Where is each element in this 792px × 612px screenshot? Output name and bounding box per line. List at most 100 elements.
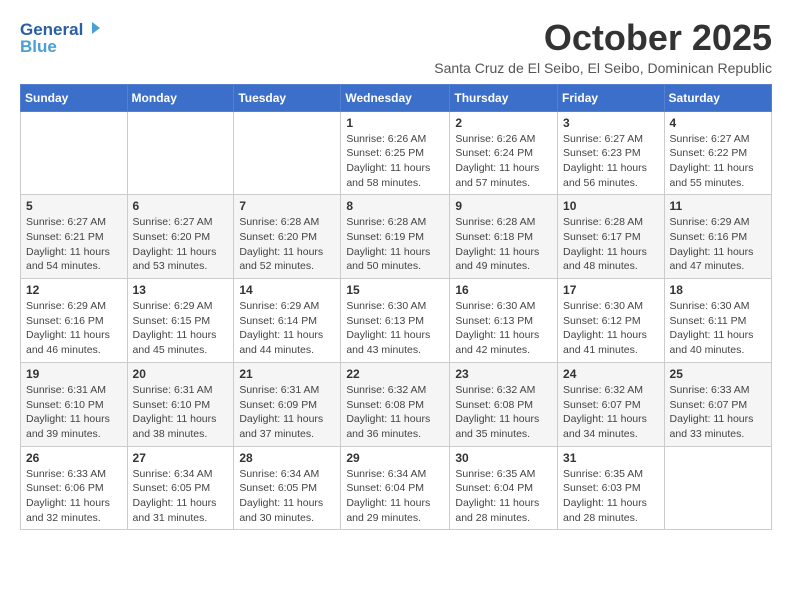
day-empty [234,111,341,195]
week-row-2: 5Sunrise: 6:27 AM Sunset: 6:21 PM Daylig… [21,195,772,279]
day-info-18: Sunrise: 6:30 AM Sunset: 6:11 PM Dayligh… [670,299,766,358]
day-number-16: 16 [455,283,552,297]
calendar-table: SundayMondayTuesdayWednesdayThursdayFrid… [20,84,772,531]
day-info-14: Sunrise: 6:29 AM Sunset: 6:14 PM Dayligh… [239,299,335,358]
day-empty [664,446,771,530]
day-number-17: 17 [563,283,659,297]
day-number-2: 2 [455,116,552,130]
day-info-1: Sunrise: 6:26 AM Sunset: 6:25 PM Dayligh… [346,132,444,191]
week-row-3: 12Sunrise: 6:29 AM Sunset: 6:16 PM Dayli… [21,279,772,363]
header-tuesday: Tuesday [234,84,341,111]
day-number-15: 15 [346,283,444,297]
header-friday: Friday [558,84,665,111]
title-block: October 2025 Santa Cruz de El Seibo, El … [434,18,772,76]
page: General Blue October 2025 Santa Cruz de … [0,0,792,548]
day-number-11: 11 [670,199,766,213]
day-info-23: Sunrise: 6:32 AM Sunset: 6:08 PM Dayligh… [455,383,552,442]
day-number-13: 13 [133,283,229,297]
header-thursday: Thursday [450,84,558,111]
day-31: 31 Sunrise: 6:35 AM Sunset: 6:03 PM Dayli… [558,446,665,530]
day-number-12: 12 [26,283,122,297]
day-25: 25 Sunrise: 6:33 AM Sunset: 6:07 PM Dayli… [664,362,771,446]
day-info-31: Sunrise: 6:35 AM Sunset: 6:03 PM Dayligh… [563,467,659,526]
day-info-5: Sunrise: 6:27 AM Sunset: 6:21 PM Dayligh… [26,215,122,274]
day-number-3: 3 [563,116,659,130]
day-11: 11Sunrise: 6:29 AM Sunset: 6:16 PM Dayli… [664,195,771,279]
day-number-14: 14 [239,283,335,297]
day-number-6: 6 [133,199,229,213]
day-9: 9 Sunrise: 6:28 AM Sunset: 6:18 PM Daylig… [450,195,558,279]
day-27: 27 Sunrise: 6:34 AM Sunset: 6:05 PM Dayli… [127,446,234,530]
day-number-20: 20 [133,367,229,381]
day-info-10: Sunrise: 6:28 AM Sunset: 6:17 PM Dayligh… [563,215,659,274]
day-number-8: 8 [346,199,444,213]
day-info-3: Sunrise: 6:27 AM Sunset: 6:23 PM Dayligh… [563,132,659,191]
day-info-29: Sunrise: 6:34 AM Sunset: 6:04 PM Dayligh… [346,467,444,526]
day-empty [21,111,128,195]
day-21: 21 Sunrise: 6:31 AM Sunset: 6:09 PM Dayli… [234,362,341,446]
day-23: 23 Sunrise: 6:32 AM Sunset: 6:08 PM Dayli… [450,362,558,446]
day-number-9: 9 [455,199,552,213]
week-row-1: 1Sunrise: 6:26 AM Sunset: 6:25 PM Daylig… [21,111,772,195]
day-number-30: 30 [455,451,552,465]
day-15: 15 Sunrise: 6:30 AM Sunset: 6:13 PM Dayli… [341,279,450,363]
day-info-28: Sunrise: 6:34 AM Sunset: 6:05 PM Dayligh… [239,467,335,526]
day-info-30: Sunrise: 6:35 AM Sunset: 6:04 PM Dayligh… [455,467,552,526]
day-28: 28 Sunrise: 6:34 AM Sunset: 6:05 PM Dayli… [234,446,341,530]
day-number-28: 28 [239,451,335,465]
day-4: 4Sunrise: 6:27 AM Sunset: 6:22 PM Daylig… [664,111,771,195]
day-info-27: Sunrise: 6:34 AM Sunset: 6:05 PM Dayligh… [133,467,229,526]
day-26: 26 Sunrise: 6:33 AM Sunset: 6:06 PM Dayli… [21,446,128,530]
day-number-27: 27 [133,451,229,465]
logo: General Blue [20,18,100,56]
day-16: 16 Sunrise: 6:30 AM Sunset: 6:13 PM Dayli… [450,279,558,363]
day-number-21: 21 [239,367,335,381]
day-number-18: 18 [670,283,766,297]
day-18: 18 Sunrise: 6:30 AM Sunset: 6:11 PM Dayli… [664,279,771,363]
day-number-25: 25 [670,367,766,381]
day-info-24: Sunrise: 6:32 AM Sunset: 6:07 PM Dayligh… [563,383,659,442]
day-number-22: 22 [346,367,444,381]
day-number-19: 19 [26,367,122,381]
header-saturday: Saturday [664,84,771,111]
week-row-4: 19 Sunrise: 6:31 AM Sunset: 6:10 PM Dayli… [21,362,772,446]
day-1: 1Sunrise: 6:26 AM Sunset: 6:25 PM Daylig… [341,111,450,195]
day-19: 19 Sunrise: 6:31 AM Sunset: 6:10 PM Dayli… [21,362,128,446]
month-title: October 2025 [434,18,772,58]
header-sunday: Sunday [21,84,128,111]
day-info-15: Sunrise: 6:30 AM Sunset: 6:13 PM Dayligh… [346,299,444,358]
day-3: 3 Sunrise: 6:27 AM Sunset: 6:23 PM Daylig… [558,111,665,195]
calendar-header-row: SundayMondayTuesdayWednesdayThursdayFrid… [21,84,772,111]
day-22: 22 Sunrise: 6:32 AM Sunset: 6:08 PM Dayli… [341,362,450,446]
subtitle: Santa Cruz de El Seibo, El Seibo, Domini… [434,60,772,76]
day-number-23: 23 [455,367,552,381]
day-info-25: Sunrise: 6:33 AM Sunset: 6:07 PM Dayligh… [670,383,766,442]
day-info-21: Sunrise: 6:31 AM Sunset: 6:09 PM Dayligh… [239,383,335,442]
day-12: 12Sunrise: 6:29 AM Sunset: 6:16 PM Dayli… [21,279,128,363]
day-info-22: Sunrise: 6:32 AM Sunset: 6:08 PM Dayligh… [346,383,444,442]
header-wednesday: Wednesday [341,84,450,111]
day-number-31: 31 [563,451,659,465]
day-info-6: Sunrise: 6:27 AM Sunset: 6:20 PM Dayligh… [133,215,229,274]
header: General Blue October 2025 Santa Cruz de … [20,18,772,76]
day-30: 30 Sunrise: 6:35 AM Sunset: 6:04 PM Dayli… [450,446,558,530]
day-info-19: Sunrise: 6:31 AM Sunset: 6:10 PM Dayligh… [26,383,122,442]
day-number-24: 24 [563,367,659,381]
day-29: 29Sunrise: 6:34 AM Sunset: 6:04 PM Dayli… [341,446,450,530]
day-info-9: Sunrise: 6:28 AM Sunset: 6:18 PM Dayligh… [455,215,552,274]
day-number-7: 7 [239,199,335,213]
day-number-26: 26 [26,451,122,465]
day-24: 24 Sunrise: 6:32 AM Sunset: 6:07 PM Dayli… [558,362,665,446]
day-number-4: 4 [670,116,766,130]
day-2: 2Sunrise: 6:26 AM Sunset: 6:24 PM Daylig… [450,111,558,195]
day-7: 7 Sunrise: 6:28 AM Sunset: 6:20 PM Daylig… [234,195,341,279]
day-info-26: Sunrise: 6:33 AM Sunset: 6:06 PM Dayligh… [26,467,122,526]
logo-svg: General Blue [20,18,100,56]
day-info-20: Sunrise: 6:31 AM Sunset: 6:10 PM Dayligh… [133,383,229,442]
day-info-7: Sunrise: 6:28 AM Sunset: 6:20 PM Dayligh… [239,215,335,274]
svg-text:Blue: Blue [20,37,57,56]
day-5: 5Sunrise: 6:27 AM Sunset: 6:21 PM Daylig… [21,195,128,279]
day-8: 8Sunrise: 6:28 AM Sunset: 6:19 PM Daylig… [341,195,450,279]
day-info-16: Sunrise: 6:30 AM Sunset: 6:13 PM Dayligh… [455,299,552,358]
day-17: 17Sunrise: 6:30 AM Sunset: 6:12 PM Dayli… [558,279,665,363]
